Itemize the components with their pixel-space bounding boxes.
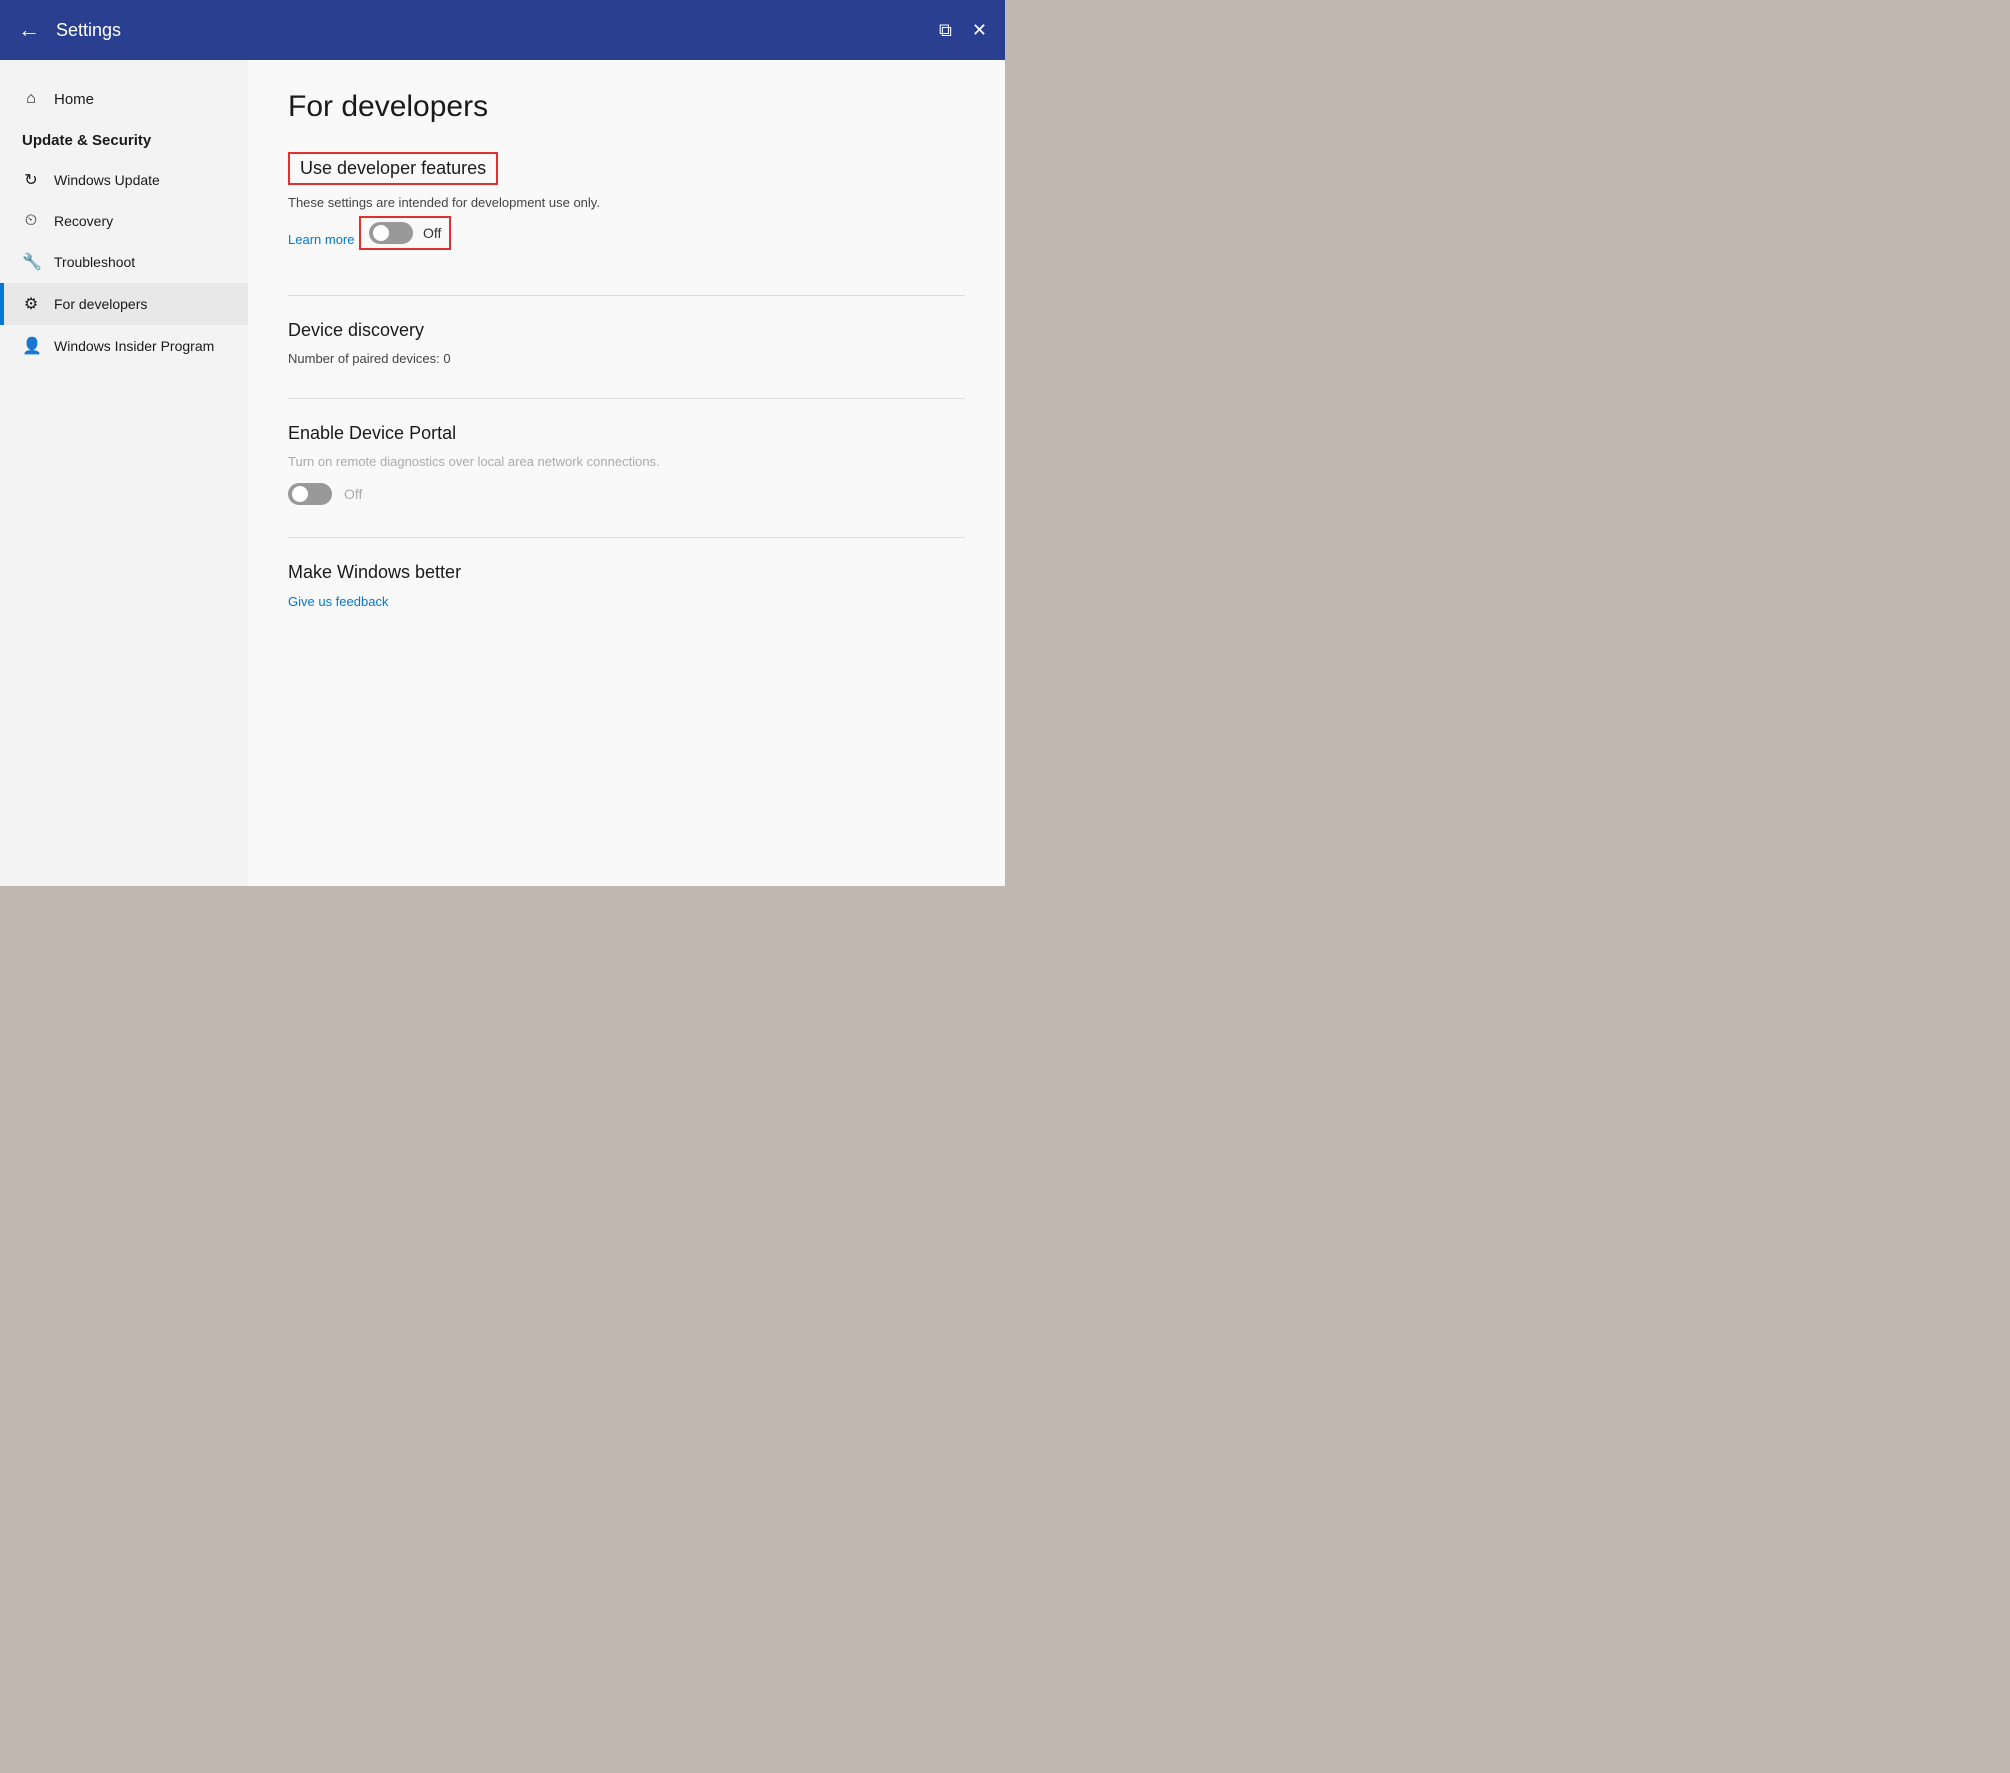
use-developer-features-section: Use developer features These settings ar… (288, 152, 965, 263)
paired-devices-label: Number of paired devices: 0 (288, 351, 965, 366)
device-discovery-section: Device discovery Number of paired device… (288, 320, 965, 366)
recovery-icon: ⏲ (22, 212, 40, 230)
sidebar-item-label: Windows Update (54, 172, 160, 188)
back-button[interactable]: ← (18, 19, 40, 41)
content-area: For developers Use developer features Th… (248, 60, 1005, 886)
make-windows-better-section: Make Windows better Give us feedback (288, 562, 965, 611)
developer-toggle-highlighted: Off (359, 216, 451, 250)
learn-more-link[interactable]: Learn more (288, 232, 354, 247)
use-developer-features-title: Use developer features (288, 152, 498, 185)
windows-insider-icon: 👤 (22, 336, 40, 356)
sidebar-item-windows-update[interactable]: ↻ Windows Update (0, 159, 248, 201)
device-portal-toggle[interactable] (288, 483, 332, 505)
sidebar-item-label: Recovery (54, 213, 113, 229)
title-bar-right: ⧉ ✕ (939, 20, 987, 41)
divider-3 (288, 537, 965, 538)
divider-1 (288, 295, 965, 296)
device-portal-title: Enable Device Portal (288, 423, 965, 444)
device-portal-section: Enable Device Portal Turn on remote diag… (288, 423, 965, 505)
device-discovery-title: Device discovery (288, 320, 965, 341)
sidebar-item-recovery[interactable]: ⏲ Recovery (0, 201, 248, 241)
make-windows-better-title: Make Windows better (288, 562, 965, 583)
troubleshoot-icon: 🔧 (22, 252, 40, 272)
sidebar-item-troubleshoot[interactable]: 🔧 Troubleshoot (0, 241, 248, 283)
multiwindow-button[interactable]: ⧉ (939, 20, 952, 41)
sidebar-item-for-developers[interactable]: ⚙ For developers (0, 283, 248, 325)
sidebar-item-windows-insider[interactable]: 👤 Windows Insider Program (0, 325, 248, 367)
title-bar-left: ← Settings (18, 19, 121, 41)
sidebar-item-label: For developers (54, 296, 147, 312)
sidebar-item-home[interactable]: ⌂ Home (0, 80, 248, 118)
page-title: For developers (288, 90, 965, 124)
title-bar: ← Settings ⧉ ✕ (0, 0, 1005, 60)
home-icon: ⌂ (22, 90, 40, 108)
device-portal-toggle-row: Off (288, 483, 965, 505)
device-portal-desc: Turn on remote diagnostics over local ar… (288, 454, 965, 469)
use-developer-features-desc: These settings are intended for developm… (288, 195, 965, 210)
app-body: ⌂ Home Update & Security ↻ Windows Updat… (0, 60, 1005, 886)
divider-2 (288, 398, 965, 399)
close-button[interactable]: ✕ (972, 20, 987, 41)
windows-update-icon: ↻ (22, 170, 40, 190)
sidebar: ⌂ Home Update & Security ↻ Windows Updat… (0, 60, 248, 886)
app-title: Settings (56, 20, 121, 41)
developer-toggle-label: Off (423, 225, 441, 241)
developers-icon: ⚙ (22, 294, 40, 314)
sidebar-home-label: Home (54, 91, 94, 108)
sidebar-item-label: Troubleshoot (54, 254, 135, 270)
device-portal-toggle-label: Off (344, 486, 362, 502)
sidebar-item-label: Windows Insider Program (54, 338, 214, 354)
developer-features-toggle[interactable] (369, 222, 413, 244)
sidebar-section-title: Update & Security (0, 118, 248, 159)
give-feedback-link[interactable]: Give us feedback (288, 594, 388, 609)
